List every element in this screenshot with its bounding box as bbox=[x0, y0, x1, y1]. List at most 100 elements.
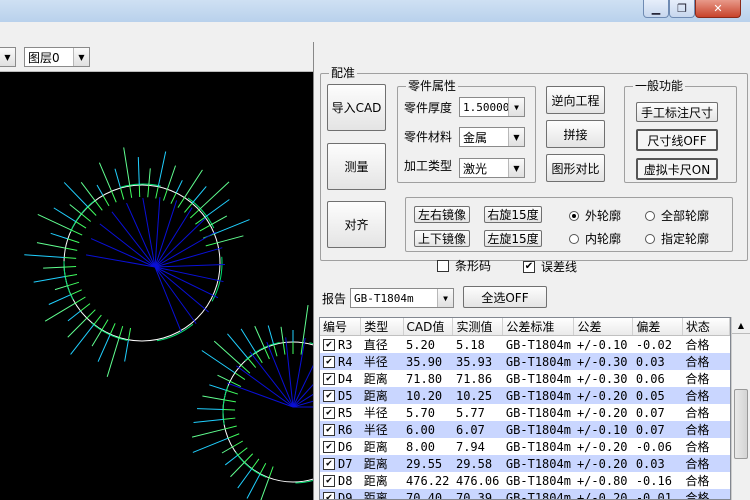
minimize-button[interactable]: ▁ bbox=[643, 0, 669, 18]
deviation-whisker bbox=[217, 374, 231, 382]
table-cell: GB-T1804m bbox=[505, 371, 571, 386]
table-row[interactable]: ✔ R5 半径 5.70 5.77 GB-T1804m +/-0.20 0.07 合格 bbox=[320, 404, 730, 421]
report-standard-select[interactable]: GB-T1804m ▼ bbox=[350, 288, 454, 308]
thickness-select[interactable]: 1.500000 ▼ bbox=[459, 97, 525, 117]
column-header[interactable]: CAD值 bbox=[403, 318, 454, 336]
deviation-whisker bbox=[191, 428, 226, 438]
deviation-whisker bbox=[96, 184, 104, 196]
view-select[interactable]: ▼ bbox=[0, 47, 16, 67]
deviation-whisker bbox=[67, 310, 81, 322]
column-header[interactable]: 公差标准 bbox=[502, 318, 575, 336]
reverse-engineering-button[interactable]: 逆向工程 bbox=[546, 86, 605, 114]
column-header[interactable]: 偏差 bbox=[632, 318, 683, 336]
layer-select[interactable]: 图层0 ▼ bbox=[24, 47, 90, 67]
column-header[interactable]: 状态 bbox=[682, 318, 730, 336]
mirror-up-down-button[interactable]: 上下镜像 bbox=[414, 230, 470, 247]
table-row[interactable]: ✔ D8 距离 476.22 476.06 GB-T1804m +/-0.80 -0.16 合格 bbox=[320, 472, 730, 489]
import-cad-button[interactable]: 导入CAD bbox=[327, 84, 386, 131]
inner-whisker bbox=[223, 399, 236, 403]
align-button[interactable]: 对齐 bbox=[327, 201, 386, 248]
deviation-whisker bbox=[217, 235, 244, 244]
dimension-line-toggle[interactable]: 尺寸线OFF bbox=[636, 129, 718, 151]
table-cell: +/-0.20 bbox=[573, 387, 633, 404]
inner-whisker bbox=[226, 389, 238, 395]
table-cell: ✔ D9 bbox=[320, 489, 361, 500]
shape-compare-button[interactable]: 图形对比 bbox=[546, 154, 605, 182]
table-row[interactable]: ✔ D6 距离 8.00 7.94 GB-T1804m +/-0.20 -0.06 合格 bbox=[320, 438, 730, 455]
table-cell: 0.05 bbox=[632, 387, 683, 404]
deviation-whisker bbox=[221, 446, 233, 454]
row-checkbox[interactable]: ✔ bbox=[323, 458, 335, 470]
deviation-whisker bbox=[43, 266, 65, 269]
row-checkbox[interactable]: ✔ bbox=[323, 356, 335, 368]
column-header[interactable]: 实测值 bbox=[452, 318, 504, 336]
virtual-caliper-toggle[interactable]: 虚拟卡尺ON bbox=[636, 158, 718, 180]
inner-whisker bbox=[67, 281, 80, 287]
row-id: R3 bbox=[338, 337, 353, 352]
process-value: 激光 bbox=[463, 161, 488, 176]
material-select[interactable]: 金属 ▼ bbox=[459, 127, 525, 147]
rotate-right-button[interactable]: 右旋15度 bbox=[484, 206, 542, 223]
row-id: R4 bbox=[338, 354, 353, 369]
table-cell: GB-T1804m bbox=[502, 387, 574, 404]
row-checkbox[interactable]: ✔ bbox=[323, 492, 335, 499]
cad-canvas[interactable] bbox=[0, 72, 313, 500]
table-scrollbar[interactable]: ▲ bbox=[731, 317, 750, 500]
scroll-up-icon[interactable]: ▲ bbox=[732, 317, 750, 334]
row-checkbox[interactable]: ✔ bbox=[323, 373, 335, 385]
table-cell: 合格 bbox=[685, 406, 710, 420]
select-all-toggle[interactable]: 全选OFF bbox=[463, 286, 547, 308]
radio-inner-contour[interactable]: 内轮廓 bbox=[569, 230, 621, 247]
splice-button[interactable]: 拼接 bbox=[546, 120, 605, 148]
rotate-left-button[interactable]: 左旋15度 bbox=[484, 230, 542, 247]
radio-all-contours[interactable]: 全部轮廓 bbox=[645, 207, 709, 224]
table-cell: 合格 bbox=[682, 455, 730, 472]
column-header[interactable]: 类型 bbox=[360, 318, 404, 336]
radio-specified-contour[interactable]: 指定轮廓 bbox=[645, 230, 709, 247]
table-cell: ✔ D7 bbox=[320, 455, 361, 472]
material-value: 金属 bbox=[463, 130, 488, 145]
row-checkbox[interactable]: ✔ bbox=[323, 407, 335, 419]
table-row[interactable]: ✔ R4 半径 35.90 35.93 GB-T1804m +/-0.30 0.03 合格 bbox=[320, 353, 730, 370]
table-row[interactable]: ✔ D7 距离 29.55 29.58 GB-T1804m +/-0.20 0.03 合格 bbox=[320, 455, 730, 472]
row-id: D8 bbox=[338, 473, 353, 488]
deviation-whisker bbox=[224, 454, 239, 466]
deviation-whisker bbox=[237, 468, 253, 489]
column-header[interactable]: 公差 bbox=[573, 318, 634, 336]
row-checkbox[interactable]: ✔ bbox=[323, 441, 335, 453]
scroll-thumb[interactable] bbox=[734, 389, 748, 459]
deviation-whisker bbox=[37, 213, 72, 231]
results-table[interactable]: 编号 类型 CAD值 实测值 公差标准 公差 偏差 状态 ✔ R3 直径 5.20 5.18 GB-T1… bbox=[319, 317, 731, 500]
table-row[interactable]: ✔ D5 距离 10.20 10.25 GB-T1804m +/-0.20 0.05 合格 bbox=[320, 387, 730, 404]
table-row[interactable]: ✔ R6 半径 6.00 6.07 GB-T1804m +/-0.10 0.07 合格 bbox=[320, 421, 730, 438]
table-cell: GB-T1804m bbox=[502, 421, 574, 438]
process-select[interactable]: 激光 ▼ bbox=[459, 158, 525, 178]
table-row[interactable]: ✔ D4 距离 71.80 71.86 GB-T1804m +/-0.30 0.06 合格 bbox=[320, 370, 730, 387]
mirror-left-right-button[interactable]: 左右镜像 bbox=[414, 206, 470, 223]
close-button[interactable]: ✕ bbox=[695, 0, 741, 18]
table-cell: 10.25 bbox=[452, 387, 503, 404]
row-id: D9 bbox=[338, 490, 353, 500]
deviation-whisker bbox=[280, 326, 284, 343]
table-row[interactable]: ✔ R3 直径 5.20 5.18 GB-T1804m +/-0.10 -0.02 合格 bbox=[320, 336, 730, 354]
error-line-checkbox[interactable]: ✔ 误差线 bbox=[523, 258, 577, 275]
table-cell: 距离 bbox=[360, 387, 404, 404]
row-checkbox[interactable]: ✔ bbox=[323, 424, 335, 436]
deviation-whisker bbox=[202, 395, 225, 401]
row-checkbox[interactable]: ✔ bbox=[323, 339, 335, 351]
row-checkbox[interactable]: ✔ bbox=[323, 475, 335, 487]
deviation-whisker bbox=[193, 418, 224, 423]
inner-whisker bbox=[65, 273, 78, 278]
maximize-button[interactable]: ❐ bbox=[669, 0, 695, 18]
manual-dimension-button[interactable]: 手工标注尺寸 bbox=[636, 102, 718, 122]
table-cell: +/-0.20 bbox=[576, 439, 628, 454]
row-checkbox[interactable]: ✔ bbox=[323, 390, 335, 402]
measure-button[interactable]: 测量 bbox=[327, 143, 386, 190]
table-cell: 476.06 bbox=[455, 473, 500, 488]
table-row[interactable]: ✔ D9 距离 70.40 70.39 GB-T1804m +/-0.20 -0.01 合格 bbox=[320, 489, 730, 500]
barcode-checkbox[interactable]: 条形码 bbox=[437, 257, 491, 274]
radio-outer-contour[interactable]: 外轮廓 bbox=[569, 207, 621, 224]
table-cell: 5.77 bbox=[455, 405, 485, 420]
table-cell: 71.86 bbox=[455, 371, 493, 386]
column-header[interactable]: 编号 bbox=[320, 318, 362, 336]
